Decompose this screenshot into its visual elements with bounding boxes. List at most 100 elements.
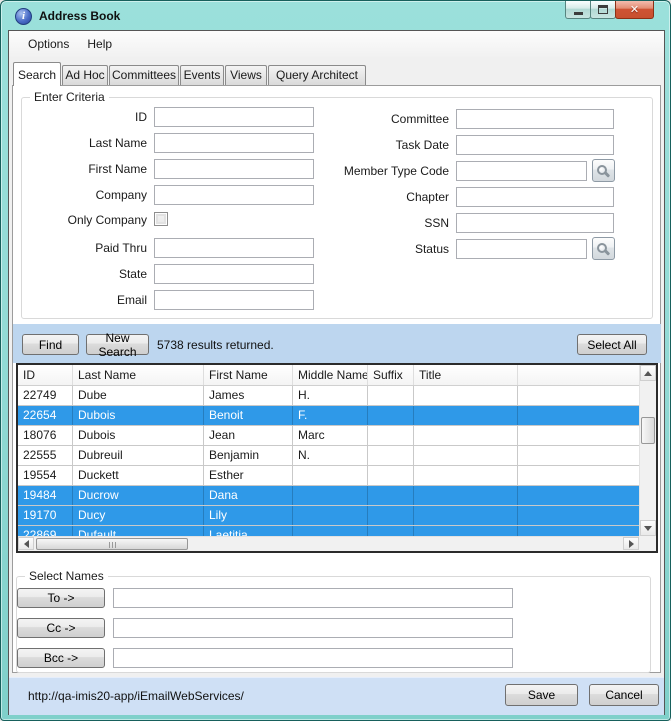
email-field[interactable] — [154, 290, 314, 310]
id-field[interactable] — [154, 107, 314, 127]
ssn-field[interactable] — [456, 213, 614, 233]
cell-middle-name — [293, 466, 368, 485]
minimize-button[interactable] — [565, 1, 591, 19]
scroll-up-button[interactable] — [640, 365, 656, 381]
cell-title — [414, 426, 518, 445]
tab-ad-hoc[interactable]: Ad Hoc — [62, 65, 108, 85]
committee-field[interactable] — [456, 109, 614, 129]
cell-id: 22749 — [18, 386, 73, 405]
status-lookup-button[interactable] — [592, 237, 615, 260]
scroll-right-button[interactable] — [623, 537, 639, 550]
arrow-left-icon — [24, 540, 29, 548]
table-row[interactable]: 22869 Dufault Laetitia — [18, 526, 639, 536]
tab-query-architect[interactable]: Query Architect — [268, 65, 366, 85]
cell-suffix — [368, 426, 414, 445]
bcc-field[interactable] — [113, 648, 513, 668]
cell-last-name: Dufault — [73, 526, 204, 536]
cell-middle-name: Marc — [293, 426, 368, 445]
cell-filler — [518, 466, 639, 485]
column-header-last-name[interactable]: Last Name — [73, 365, 204, 385]
cell-id: 19170 — [18, 506, 73, 525]
cell-title — [414, 506, 518, 525]
cell-last-name: Ducy — [73, 506, 204, 525]
menu-options[interactable]: Options — [19, 33, 78, 55]
table-row[interactable]: 22654 Dubois Benoit F. — [18, 406, 639, 426]
tab-search[interactable]: Search — [13, 62, 61, 86]
table-row[interactable]: 19170 Ducy Lily — [18, 506, 639, 526]
chapter-field[interactable] — [456, 187, 614, 207]
cell-filler — [518, 426, 639, 445]
arrow-down-icon — [644, 526, 652, 531]
table-row[interactable]: 22749 Dube James H. — [18, 386, 639, 406]
cell-middle-name: H. — [293, 386, 368, 405]
ssn-label: SSN — [301, 216, 449, 230]
cell-id: 18076 — [18, 426, 73, 445]
scroll-left-button[interactable] — [18, 537, 34, 550]
only-company-checkbox[interactable] — [154, 212, 168, 226]
cell-filler — [518, 526, 639, 536]
cell-filler — [518, 486, 639, 505]
cell-first-name: James — [204, 386, 293, 405]
cancel-button[interactable]: Cancel — [589, 684, 659, 706]
only-company-label: Only Company — [1, 213, 147, 227]
cell-filler — [518, 446, 639, 465]
cell-filler — [518, 386, 639, 405]
bcc-button[interactable]: Bcc -> — [17, 648, 105, 668]
save-button[interactable]: Save — [505, 684, 578, 706]
to-button[interactable]: To -> — [17, 588, 105, 608]
company-field[interactable] — [154, 185, 314, 205]
table-row[interactable]: 19554 Duckett Esther — [18, 466, 639, 486]
tab-events[interactable]: Events — [180, 65, 224, 85]
tab-views[interactable]: Views — [225, 65, 267, 85]
committee-label: Committee — [301, 112, 449, 126]
scrollbar-corner — [639, 536, 656, 551]
column-header-title[interactable]: Title — [414, 365, 518, 385]
table-row[interactable]: 18076 Dubois Jean Marc — [18, 426, 639, 446]
cell-id: 19554 — [18, 466, 73, 485]
select-all-button[interactable]: Select All — [577, 334, 647, 355]
cell-suffix — [368, 466, 414, 485]
table-row[interactable]: 22555 Dubreuil Benjamin N. — [18, 446, 639, 466]
scroll-down-button[interactable] — [640, 520, 656, 536]
cell-suffix — [368, 386, 414, 405]
state-field[interactable] — [154, 264, 314, 284]
vertical-scrollbar-thumb[interactable] — [641, 417, 655, 444]
new-search-button[interactable]: New Search — [86, 334, 149, 355]
table-header: ID Last Name First Name Middle Name Suff… — [18, 365, 639, 386]
menu-help[interactable]: Help — [78, 33, 121, 55]
cell-last-name: Dubois — [73, 406, 204, 425]
horizontal-scrollbar-thumb[interactable] — [36, 538, 188, 550]
id-label: ID — [1, 110, 147, 124]
web-service-url: http://qa-imis20-app/iEmailWebServices/ — [28, 689, 244, 703]
arrow-right-icon — [629, 540, 634, 548]
to-field[interactable] — [113, 588, 513, 608]
horizontal-scrollbar[interactable] — [18, 536, 639, 551]
column-header-first-name[interactable]: First Name — [204, 365, 293, 385]
cell-last-name: Ducrow — [73, 486, 204, 505]
column-header-middle-name[interactable]: Middle Name — [293, 365, 368, 385]
member-type-code-field[interactable] — [456, 161, 587, 181]
task-date-field[interactable] — [456, 135, 614, 155]
state-label: State — [1, 267, 147, 281]
cc-button[interactable]: Cc -> — [17, 618, 105, 638]
vertical-scrollbar[interactable] — [639, 365, 656, 536]
first-name-field[interactable] — [154, 159, 314, 179]
maximize-button[interactable] — [590, 1, 616, 19]
tab-committees[interactable]: Committees — [109, 65, 179, 85]
cc-field[interactable] — [113, 618, 513, 638]
table-row[interactable]: 19484 Ducrow Dana — [18, 486, 639, 506]
status-field[interactable] — [456, 239, 587, 259]
column-header-id[interactable]: ID — [18, 365, 73, 385]
results-table: ID Last Name First Name Middle Name Suff… — [16, 363, 658, 553]
cell-title — [414, 386, 518, 405]
cell-suffix — [368, 526, 414, 536]
paid-thru-field[interactable] — [154, 238, 314, 258]
find-button[interactable]: Find — [22, 334, 79, 355]
cell-first-name: Jean — [204, 426, 293, 445]
cell-first-name: Benjamin — [204, 446, 293, 465]
last-name-field[interactable] — [154, 133, 314, 153]
close-button[interactable]: ✕ — [615, 1, 654, 19]
cell-first-name: Dana — [204, 486, 293, 505]
member-type-code-lookup-button[interactable] — [592, 159, 615, 182]
column-header-suffix[interactable]: Suffix — [368, 365, 414, 385]
